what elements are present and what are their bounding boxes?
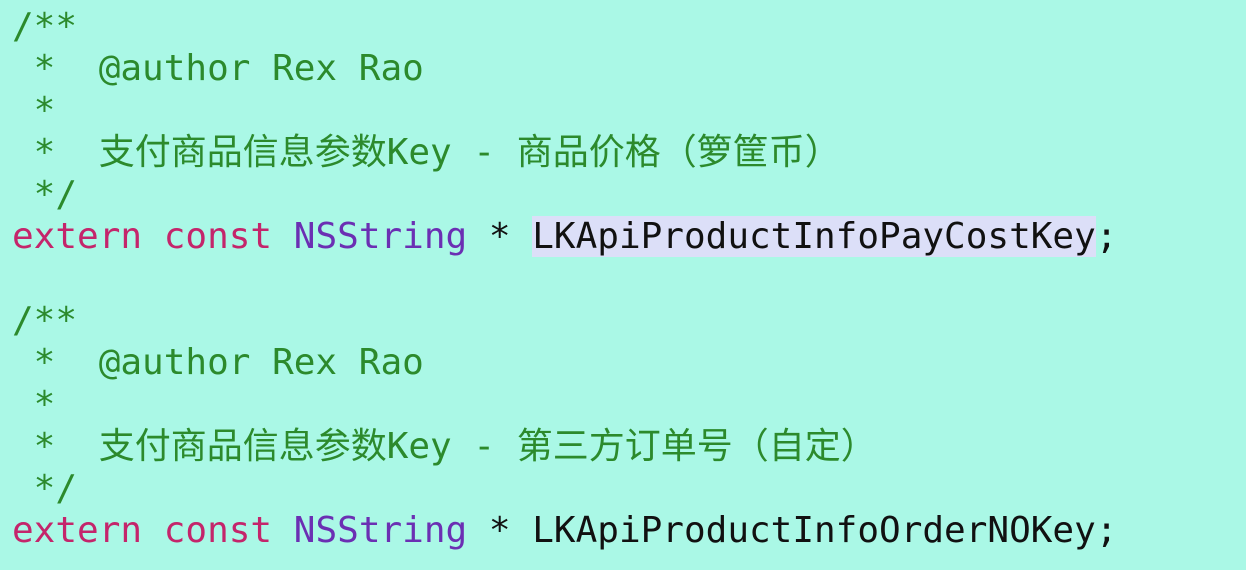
- type-name: NSString: [293, 216, 468, 257]
- doc-comment-blank: *: [12, 90, 56, 131]
- doc-comment-description: * 支付商品信息参数Key - 商品价格（箩筐币）: [12, 132, 841, 173]
- keyword-const: const: [163, 510, 273, 551]
- pointer-star: *: [488, 216, 511, 257]
- identifier[interactable]: LKApiProductInfoOrderNOKey: [532, 510, 1096, 551]
- doc-comment-author: * @author Rex Rao: [12, 48, 424, 89]
- keyword-extern: extern: [12, 510, 143, 551]
- doc-comment-author: * @author Rex Rao: [12, 342, 424, 383]
- semicolon: ;: [1095, 510, 1118, 551]
- doc-comment-open: /**: [12, 300, 78, 341]
- selected-identifier[interactable]: LKApiProductInfoPayCostKey: [532, 216, 1096, 257]
- doc-comment-close: */: [12, 468, 78, 509]
- declaration-line: extern const NSString * LKApiProductInfo…: [12, 216, 1117, 258]
- code-editor[interactable]: /** * @author Rex Rao * * 支付商品信息参数Key - …: [0, 0, 1246, 570]
- pointer-star: *: [488, 510, 511, 551]
- keyword-const: const: [163, 216, 273, 257]
- semicolon: ;: [1095, 216, 1118, 257]
- doc-comment-blank: *: [12, 384, 56, 425]
- keyword-extern: extern: [12, 216, 143, 257]
- doc-comment-description: * 支付商品信息参数Key - 第三方订单号（自定）: [12, 426, 877, 467]
- type-name: NSString: [293, 510, 468, 551]
- declaration-line: extern const NSString * LKApiProductInfo…: [12, 510, 1117, 552]
- doc-comment-close: */: [12, 174, 78, 215]
- doc-comment-open: /**: [12, 6, 78, 47]
